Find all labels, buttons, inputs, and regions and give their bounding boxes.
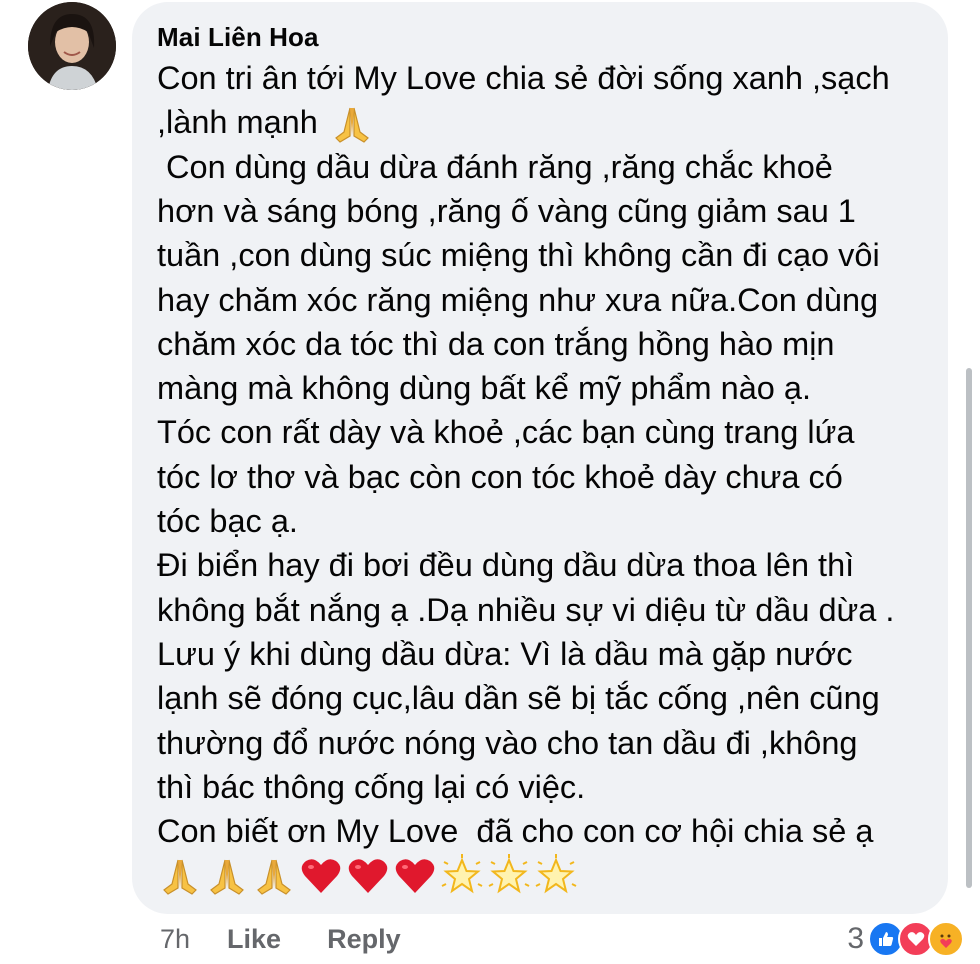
comment-line: ,lành mạnh bbox=[157, 104, 318, 141]
comment-line: Con biết ơn My Love đã cho con cơ hội ch… bbox=[157, 813, 874, 850]
comment-line: không bắt nắng ạ .Dạ nhiều sự vi diệu từ… bbox=[157, 591, 895, 628]
red-heart-icon bbox=[348, 859, 388, 893]
like-button[interactable]: Like bbox=[227, 924, 281, 955]
avatar-photo bbox=[28, 2, 116, 90]
glowing-star-icon bbox=[441, 854, 483, 894]
comment-footer: 7h Like Reply bbox=[160, 924, 401, 955]
comment-line: Đi biển hay đi bơi đều dùng dầu dừa thoa… bbox=[157, 547, 855, 584]
emoji-row bbox=[158, 854, 578, 898]
comment-author[interactable]: Mai Liên Hoa bbox=[157, 22, 319, 53]
comment-line: lạnh sẽ đóng cục,lâu dần sẽ bị tắc cống … bbox=[157, 680, 880, 717]
comment-line: thường đổ nước nóng vào cho tan dầu đi ,… bbox=[157, 724, 858, 761]
comment-line: tóc bạc ạ. bbox=[157, 503, 298, 539]
comment-line: tóc lơ thơ và bạc còn con tóc khoẻ dày c… bbox=[157, 458, 843, 495]
comment-line: màng mà không dùng bất kể mỹ phẩm nào ạ. bbox=[157, 370, 812, 407]
comment-line: Con tri ân tới My Love chia sẻ đời sống … bbox=[157, 60, 890, 96]
comment-line: Tóc con rất dày và khoẻ ,các bạn cùng tr… bbox=[157, 414, 855, 451]
folded-hands-icon bbox=[210, 859, 244, 895]
folded-hands-icon bbox=[335, 107, 369, 143]
scrollbar[interactable] bbox=[966, 368, 972, 888]
comment-line: tuần ,con dùng súc miệng thì không cần đ… bbox=[157, 237, 880, 274]
comment-line: Con dùng dầu dừa đánh răng ,răng chắc kh… bbox=[157, 148, 833, 185]
glowing-star-icon bbox=[535, 854, 577, 894]
folded-hands-icon bbox=[257, 859, 291, 895]
reaction-summary[interactable]: 3 bbox=[847, 921, 964, 957]
folded-hands-icon bbox=[163, 859, 197, 895]
reaction-count: 3 bbox=[847, 922, 864, 955]
red-heart-icon bbox=[395, 859, 435, 893]
comment-line: Lưu ý khi dùng dầu dừa: Vì là dầu mà gặp… bbox=[157, 635, 853, 672]
timestamp[interactable]: 7h bbox=[160, 924, 190, 955]
comment-line: chăm xóc da tóc thì da con trắng hồng hà… bbox=[157, 325, 835, 362]
comment-line: hay chăm xóc răng miệng như xưa nữa.Con … bbox=[157, 281, 879, 318]
comment-line: thì bác thông cống lại có việc. bbox=[157, 768, 586, 805]
glowing-star-icon bbox=[488, 854, 530, 894]
reply-button[interactable]: Reply bbox=[327, 924, 401, 955]
care-reaction-icon bbox=[928, 921, 964, 957]
avatar[interactable] bbox=[28, 2, 116, 90]
comment-line: hơn và sáng bóng ,răng ố vàng cũng giảm … bbox=[157, 192, 856, 229]
red-heart-icon bbox=[301, 859, 341, 893]
